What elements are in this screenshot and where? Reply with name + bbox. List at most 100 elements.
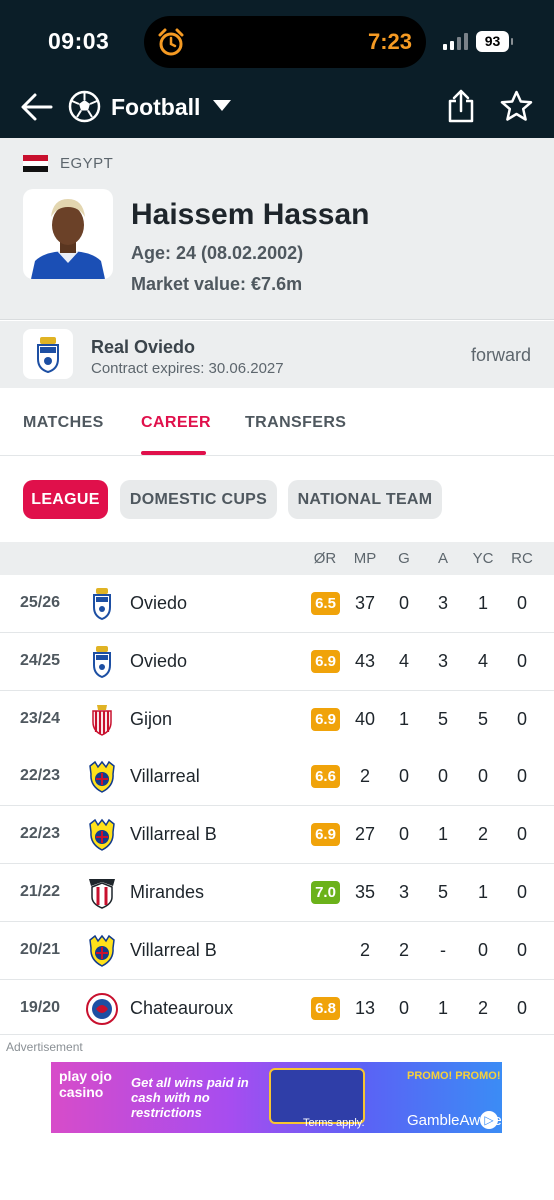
career-row[interactable]: 23/24 Gijon 6.9 40 1 5 5 0 xyxy=(0,691,554,749)
villarreal-crest-icon xyxy=(89,934,115,967)
chip-national-team[interactable]: NATIONAL TEAM xyxy=(288,480,442,519)
assists: - xyxy=(440,940,446,960)
ad-info-icon[interactable]: ▷ xyxy=(480,1111,498,1129)
goals: 3 xyxy=(398,882,409,902)
ad-promo-text: PROMO! PROMO! xyxy=(407,1070,501,1082)
team-name: Oviedo xyxy=(130,593,188,613)
sporting-gijon-crest-icon xyxy=(92,705,112,736)
player-name: Haissem Hassan xyxy=(131,198,370,231)
header-goals: G xyxy=(398,550,410,567)
yellow-cards: 2 xyxy=(477,998,488,1018)
career-row[interactable]: 22/23 Villarreal B 6.9 27 0 1 2 0 xyxy=(0,806,554,864)
egypt-flag-icon xyxy=(23,155,48,172)
yellow-cards: 2 xyxy=(477,824,488,844)
career-row[interactable]: 19/20 Chateauroux 6.8 13 0 1 2 0 xyxy=(0,980,554,1035)
assists: 5 xyxy=(437,709,448,729)
tab-career[interactable]: CAREER xyxy=(141,414,211,432)
yellow-cards: 4 xyxy=(477,651,488,671)
career-row[interactable]: 21/22 Mirandes 7.0 35 3 5 1 0 xyxy=(0,864,554,922)
red-cards: 0 xyxy=(516,824,527,844)
back-arrow-icon[interactable] xyxy=(20,92,54,122)
matches-played: 13 xyxy=(354,998,376,1018)
header-average-rating: ØR xyxy=(313,550,337,567)
career-row[interactable]: 24/25 Oviedo 6.9 43 4 3 4 0 xyxy=(0,633,554,691)
matches-played: 27 xyxy=(354,824,376,844)
matches-played: 43 xyxy=(354,651,376,671)
header-assists: A xyxy=(437,550,448,567)
slot-machine-graphic xyxy=(269,1068,365,1124)
signal-icon xyxy=(443,33,469,50)
season: 22/23 xyxy=(20,825,61,842)
chevron-down-icon[interactable] xyxy=(213,100,231,111)
assists: 3 xyxy=(437,651,448,671)
header-yellow-cards: YC xyxy=(472,550,494,567)
advertisement-banner[interactable]: play ojo casino Get all wins paid in cas… xyxy=(51,1062,502,1133)
season: 21/22 xyxy=(20,883,61,900)
yellow-cards: 1 xyxy=(477,882,488,902)
career-row[interactable]: 25/26 Oviedo 6.5 37 0 3 1 0 xyxy=(0,575,554,633)
chateauroux-crest-icon xyxy=(86,993,118,1025)
goals: 0 xyxy=(398,766,409,786)
tab-matches[interactable]: MATCHES xyxy=(23,414,104,432)
goals: 0 xyxy=(398,593,409,613)
real-oviedo-crest-icon xyxy=(93,646,111,679)
yellow-cards: 0 xyxy=(477,940,488,960)
rating-badge: 6.9 xyxy=(311,650,340,673)
island-time: 7:23 xyxy=(367,29,412,54)
header-matches-played: MP xyxy=(353,550,377,567)
season: 22/23 xyxy=(20,767,61,784)
red-cards: 0 xyxy=(516,651,527,671)
goals: 2 xyxy=(398,940,409,960)
player-market-value: Market value: €7.6m xyxy=(131,274,303,294)
sport-selector-title[interactable]: Football xyxy=(111,94,200,121)
season: 25/26 xyxy=(20,594,61,611)
player-photo xyxy=(23,189,113,279)
chip-league[interactable]: LEAGUE xyxy=(23,480,108,519)
rating-badge: 6.9 xyxy=(311,823,340,846)
assists: 1 xyxy=(437,824,448,844)
chip-domestic-cups[interactable]: DOMESTIC CUPS xyxy=(120,480,277,519)
matches-played: 35 xyxy=(354,882,376,902)
rating-badge: 6.8 xyxy=(311,997,340,1020)
season: 24/25 xyxy=(20,652,61,669)
season: 23/24 xyxy=(20,710,61,727)
team-name: Villarreal B xyxy=(130,824,217,844)
villarreal-crest-icon xyxy=(89,760,115,793)
dynamic-island: 7:23 xyxy=(144,16,426,68)
football-icon xyxy=(68,90,101,123)
rating-badge: 6.9 xyxy=(311,708,340,731)
player-age: Age: 24 (08.02.2002) xyxy=(131,243,304,263)
player-card: EGYPT Haissem Hassan Age: 24 (08.02.2002… xyxy=(0,138,554,320)
tab-transfers[interactable]: TRANSFERS xyxy=(245,414,346,432)
club-logo xyxy=(23,329,73,379)
battery-icon: 93 xyxy=(476,31,513,52)
career-row[interactable]: 20/21 Villarreal B 2 2 - 0 0 xyxy=(0,922,554,980)
share-icon[interactable] xyxy=(446,89,476,123)
favorite-star-icon[interactable] xyxy=(500,90,533,122)
yellow-cards: 0 xyxy=(477,766,488,786)
assists: 3 xyxy=(437,593,448,613)
matches-played: 2 xyxy=(359,766,370,786)
villarreal-crest-icon xyxy=(89,818,115,851)
career-row[interactable]: 22/23 Villarreal 6.6 2 0 0 0 0 xyxy=(0,748,554,806)
contract-expiry: Contract expires: 30.06.2027 xyxy=(91,360,284,377)
goals: 0 xyxy=(398,824,409,844)
real-oviedo-crest-icon xyxy=(37,337,59,374)
club-name[interactable]: Real Oviedo xyxy=(91,337,195,358)
red-cards: 0 xyxy=(516,766,527,786)
team-name: Chateauroux xyxy=(130,998,234,1018)
ad-terms: Terms apply. xyxy=(303,1117,365,1129)
matches-played: 37 xyxy=(354,593,376,613)
mirandes-crest-icon xyxy=(89,879,115,909)
ad-copy: Get all wins paid in cash with no restri… xyxy=(131,1075,249,1120)
rating-badge: 6.6 xyxy=(311,765,340,788)
status-time: 09:03 xyxy=(48,28,110,54)
team-name: Gijon xyxy=(130,709,173,729)
rating-badge: 7.0 xyxy=(311,881,340,904)
assists: 5 xyxy=(437,882,448,902)
club-row[interactable]: Real Oviedo Contract expires: 30.06.2027… xyxy=(0,321,554,388)
career-table-header: ØR MP G A YC RC xyxy=(0,542,554,575)
tab-bar: MATCHES CAREER TRANSFERS xyxy=(0,388,554,456)
advertisement-label: Advertisement xyxy=(6,1040,83,1054)
season: 19/20 xyxy=(20,999,61,1016)
